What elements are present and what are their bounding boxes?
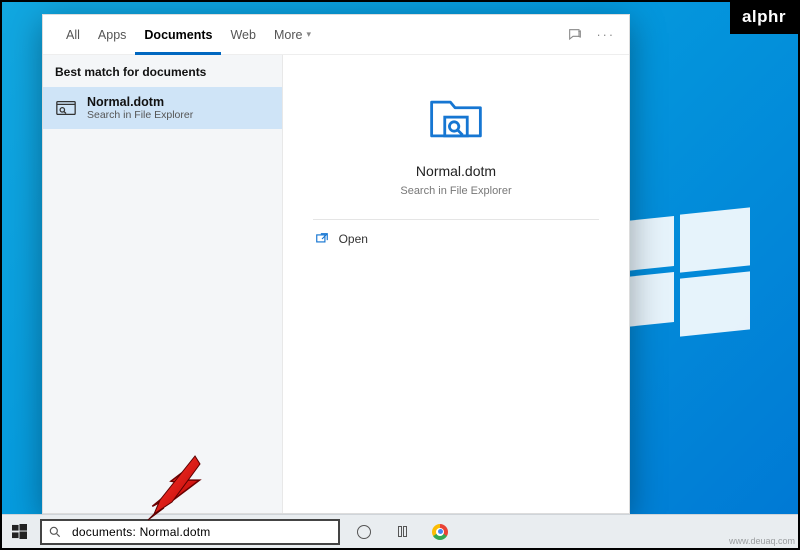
alphr-badge: alphr (730, 2, 798, 34)
start-button[interactable] (2, 515, 36, 549)
chevron-down-icon: ▾ (306, 29, 311, 40)
search-flyout: All Apps Documents Web More ▾ ··· Best m… (42, 14, 630, 514)
tab-documents[interactable]: Documents (135, 15, 221, 55)
chrome-taskbar-button[interactable] (430, 522, 450, 542)
tab-web[interactable]: Web (221, 15, 264, 55)
results-list: Best match for documents Normal.dotm Sea… (43, 55, 283, 513)
search-tabs: All Apps Documents Web More ▾ ··· (43, 15, 629, 55)
open-label: Open (339, 232, 368, 246)
task-view-icon (398, 526, 407, 537)
result-subtitle: Search in File Explorer (87, 109, 193, 121)
preview-subtitle: Search in File Explorer (400, 185, 511, 197)
result-item[interactable]: Normal.dotm Search in File Explorer (43, 87, 282, 129)
file-explorer-search-icon (55, 97, 77, 119)
preview-title: Normal.dotm (416, 163, 496, 179)
windows-logo-wallpaper (610, 205, 750, 345)
open-icon (315, 232, 329, 246)
file-explorer-search-icon (426, 89, 486, 149)
windows-icon (12, 524, 27, 539)
cortana-button[interactable] (354, 522, 374, 542)
result-title: Normal.dotm (87, 95, 193, 109)
more-options-icon[interactable]: ··· (597, 28, 616, 42)
taskbar (2, 514, 798, 548)
tab-all[interactable]: All (57, 15, 89, 55)
search-icon (42, 525, 68, 539)
tab-more[interactable]: More ▾ (265, 15, 320, 55)
source-watermark: www.deuaq.com (729, 536, 795, 546)
feedback-icon[interactable] (567, 27, 583, 43)
taskbar-search[interactable] (40, 519, 340, 545)
preview-pane: Normal.dotm Search in File Explorer Open (283, 55, 629, 513)
section-label-best-match: Best match for documents (43, 55, 282, 87)
chrome-icon (432, 524, 448, 540)
search-input[interactable] (68, 525, 338, 539)
open-action[interactable]: Open (313, 220, 600, 258)
tab-apps[interactable]: Apps (89, 15, 136, 55)
cortana-icon (357, 525, 371, 539)
task-view-button[interactable] (392, 522, 412, 542)
tab-more-label: More (274, 28, 302, 42)
